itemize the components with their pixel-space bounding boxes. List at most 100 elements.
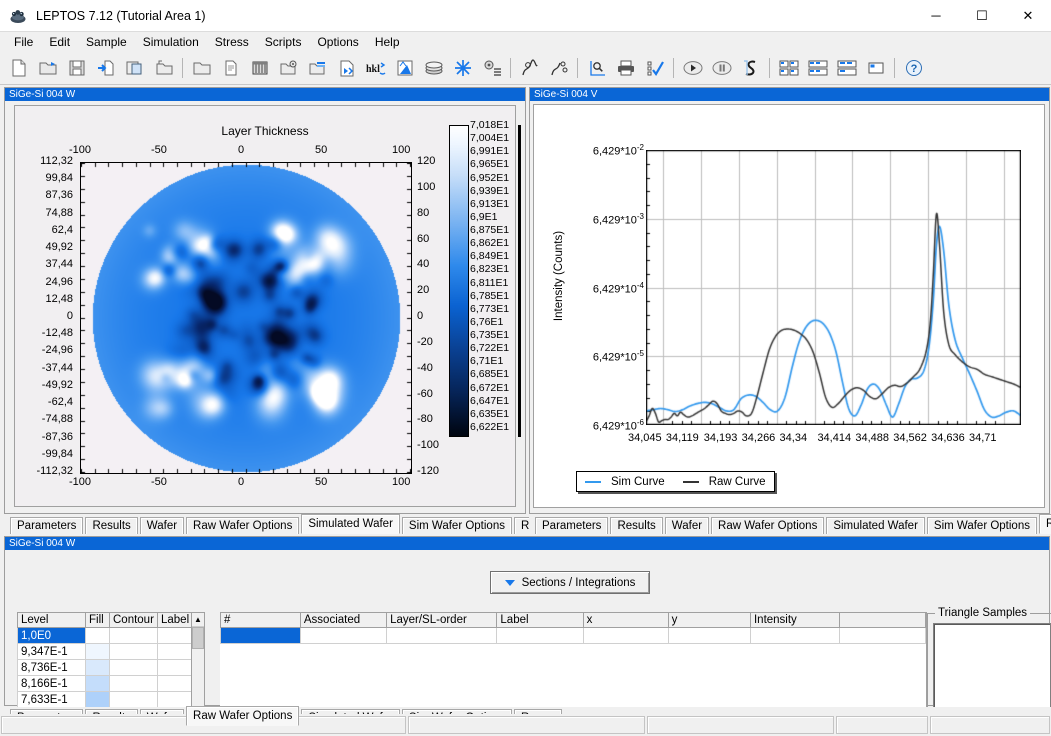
folder-layers-icon[interactable] xyxy=(303,54,332,82)
points-header-label[interactable]: Label xyxy=(497,613,583,628)
scroll-up-arrow[interactable]: ▲ xyxy=(192,613,204,627)
levels-table-scrollbar[interactable]: ▲ xyxy=(191,612,205,716)
maximize-button[interactable]: ☐ xyxy=(959,0,1005,31)
points-table[interactable]: # Associated Layer/SL-order Label x y In… xyxy=(220,612,926,708)
intensity-cell[interactable] xyxy=(750,676,839,692)
fill-cell[interactable] xyxy=(86,628,110,644)
points-header-extra[interactable] xyxy=(839,613,925,628)
open-folder-icon[interactable] xyxy=(33,54,62,82)
tab-parameters[interactable]: Parameters xyxy=(10,517,83,534)
intensity-cell[interactable] xyxy=(750,628,839,644)
menu-edit[interactable]: Edit xyxy=(41,33,78,51)
database-icon[interactable] xyxy=(245,54,274,82)
levels-table[interactable]: Level Fill Contour Label 1,0E09,347E-18,… xyxy=(17,612,191,716)
wafer-map-plot[interactable]: Layer Thickness -100 -50 0 50 100 112,32… xyxy=(14,105,516,507)
extra-cell[interactable] xyxy=(839,644,925,660)
fill-cell[interactable] xyxy=(86,676,110,692)
menu-help[interactable]: Help xyxy=(367,33,408,51)
simulate-icon[interactable] xyxy=(736,54,765,82)
label-cell[interactable] xyxy=(158,628,192,644)
points-header-intensity[interactable]: Intensity xyxy=(750,613,839,628)
extra-cell[interactable] xyxy=(839,676,925,692)
close-button[interactable]: ✕ xyxy=(1005,0,1051,31)
wafer-heatmap-canvas[interactable] xyxy=(80,162,412,474)
tab-simulated-wafer[interactable]: Simulated Wafer xyxy=(301,514,400,534)
script-run-icon[interactable] xyxy=(332,54,361,82)
label-cell[interactable] xyxy=(158,660,192,676)
fill-cell[interactable] xyxy=(86,660,110,676)
y-cell[interactable] xyxy=(668,676,750,692)
table-row[interactable] xyxy=(221,628,926,644)
tab-raw-wafer-options[interactable]: Raw Wafer Options xyxy=(711,517,824,534)
table-row[interactable]: 9,347E-1 xyxy=(18,644,192,660)
points-table-container[interactable]: # Associated Layer/SL-order Label x y In… xyxy=(220,612,927,716)
layer-cell[interactable] xyxy=(387,676,497,692)
axes-zoom-icon[interactable] xyxy=(582,54,611,82)
xrd-plot-canvas[interactable] xyxy=(646,150,1021,425)
contour-cell[interactable] xyxy=(110,692,158,708)
checklist-icon[interactable] xyxy=(640,54,669,82)
grid-2x2-icon[interactable] xyxy=(774,54,803,82)
document-icon[interactable] xyxy=(216,54,245,82)
save-disk-icon[interactable] xyxy=(62,54,91,82)
table-row[interactable]: 8,166E-1 xyxy=(18,676,192,692)
level-cell[interactable]: 7,633E-1 xyxy=(18,692,86,708)
x-cell[interactable] xyxy=(583,644,668,660)
intensity-cell[interactable] xyxy=(750,692,839,708)
layer-cell[interactable] xyxy=(387,628,497,644)
asterisk-icon[interactable] xyxy=(448,54,477,82)
points-header-layer[interactable]: Layer/SL-order xyxy=(387,613,497,628)
tab-results[interactable]: Results xyxy=(85,517,137,534)
contour-cell[interactable] xyxy=(110,660,158,676)
tab-range[interactable]: Range xyxy=(1039,514,1051,534)
peak-fill-icon[interactable] xyxy=(390,54,419,82)
associated-cell[interactable] xyxy=(300,628,386,644)
associated-cell[interactable] xyxy=(300,676,386,692)
fill-cell[interactable] xyxy=(86,644,110,660)
levels-header-fill[interactable]: Fill xyxy=(86,613,110,628)
x-cell[interactable] xyxy=(583,692,668,708)
layer-cell[interactable] xyxy=(387,660,497,676)
curve-edit-icon[interactable] xyxy=(515,54,544,82)
num-cell[interactable] xyxy=(221,644,301,660)
hkl-icon[interactable]: hkl xyxy=(361,54,390,82)
sections-window[interactable]: SiGe-Si 004 W Sections / Integrations Le… xyxy=(4,536,1050,706)
wafer-map-window[interactable]: SiGe-Si 004 W Layer Thickness -100 -50 0… xyxy=(4,87,526,514)
grid-3x2-icon[interactable] xyxy=(803,54,832,82)
curve-cut-icon[interactable] xyxy=(544,54,573,82)
gear-list-icon[interactable] xyxy=(477,54,506,82)
fill-cell[interactable] xyxy=(86,692,110,708)
copy-window-icon[interactable] xyxy=(120,54,149,82)
xrd-curve-window[interactable]: SiGe-Si 004 V Intensity (Counts) 6,429*1… xyxy=(529,87,1050,514)
label-cell[interactable] xyxy=(158,644,192,660)
tab-simulated-wafer[interactable]: Simulated Wafer xyxy=(826,517,925,534)
num-cell[interactable] xyxy=(221,628,301,644)
points-header-associated[interactable]: Associated xyxy=(300,613,386,628)
menu-stress[interactable]: Stress xyxy=(207,33,257,51)
y-cell[interactable] xyxy=(668,692,750,708)
label-cell[interactable] xyxy=(158,676,192,692)
layer-cell[interactable] xyxy=(387,644,497,660)
levels-header-label[interactable]: Label xyxy=(158,613,192,628)
play-icon[interactable] xyxy=(678,54,707,82)
new-document-icon[interactable] xyxy=(4,54,33,82)
level-cell[interactable]: 1,0E0 xyxy=(18,628,86,644)
tab-raw-wafer-options[interactable]: Raw Wafer Options xyxy=(186,517,299,534)
tab-sim-wafer-options[interactable]: Sim Wafer Options xyxy=(402,517,512,534)
y-cell[interactable] xyxy=(668,628,750,644)
tab-raw-wafer-options[interactable]: Raw Wafer Options xyxy=(186,706,299,726)
grid-single-icon[interactable] xyxy=(861,54,890,82)
table-row[interactable] xyxy=(221,676,926,692)
label-cell[interactable] xyxy=(497,644,583,660)
points-header-num[interactable]: # xyxy=(221,613,301,628)
folder-icon[interactable] xyxy=(187,54,216,82)
table-row[interactable] xyxy=(221,644,926,660)
contour-cell[interactable] xyxy=(110,628,158,644)
help-icon[interactable]: ? xyxy=(899,54,928,82)
extra-cell[interactable] xyxy=(839,692,925,708)
table-row[interactable]: 7,633E-1 xyxy=(18,692,192,708)
folder-gear-icon[interactable] xyxy=(274,54,303,82)
menu-options[interactable]: Options xyxy=(309,33,366,51)
points-header-y[interactable]: y xyxy=(668,613,750,628)
x-cell[interactable] xyxy=(583,660,668,676)
